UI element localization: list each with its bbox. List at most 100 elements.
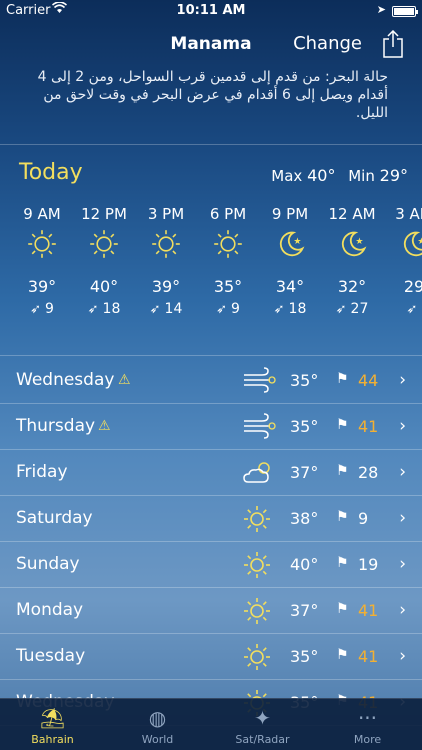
moon-icon: ★ — [383, 227, 422, 277]
svg-text:★: ★ — [417, 237, 422, 247]
hourly-column: 12 PM 40° ➶ 18 — [73, 205, 135, 317]
globe-icon: ◍ — [148, 706, 167, 730]
day-wind: 9 — [358, 509, 369, 528]
hour-time: 3 PM — [147, 205, 185, 223]
beach-icon: ⛱ — [39, 706, 66, 730]
wind-icon — [242, 366, 276, 396]
tab-bar: ⛱ Bahrain ◍ World ✦ Sat/Radar ··· More — [0, 698, 422, 750]
wind-direction-icon: ➶ — [273, 302, 285, 317]
tab-sat-radar[interactable]: ✦ Sat/Radar — [210, 703, 315, 746]
wind-icon — [242, 412, 276, 442]
day-wind: 41 — [358, 647, 379, 666]
hour-temp: 35° — [213, 277, 243, 296]
chevron-right-icon[interactable]: › — [399, 462, 406, 482]
tab-label: More — [353, 733, 382, 746]
hour-wind: ➶ 18 — [73, 301, 135, 317]
tab-world[interactable]: ◍ World — [105, 703, 210, 746]
wind-flag-icon: ⚑ — [336, 601, 349, 617]
day-row[interactable]: Tuesday 35° ⚑ 41 › — [0, 634, 422, 680]
chevron-right-icon[interactable]: › — [399, 370, 406, 390]
max-min-temps: Max 40° Min 29° — [271, 166, 408, 185]
tab-label: Sat/Radar — [235, 733, 290, 746]
wind-flag-icon: ⚑ — [336, 463, 349, 479]
satellite-icon: ✦ — [254, 706, 271, 730]
hour-time: 9 PM — [271, 205, 309, 223]
svg-text:★: ★ — [293, 237, 301, 247]
day-wind: 19 — [358, 555, 379, 574]
hourly-column: 12 AM ★ 32° ➶ 27 — [321, 205, 383, 317]
max-value: 40° — [307, 166, 336, 185]
hourly-column: 9 PM ★ 34° ➶ 18 — [259, 205, 321, 317]
day-temp: 35° — [290, 371, 319, 390]
day-name: Saturday — [16, 508, 93, 528]
share-icon[interactable] — [382, 29, 404, 58]
hourly-column: 6 PM 35° ➶ 9 — [197, 205, 259, 317]
chevron-right-icon[interactable]: › — [399, 554, 406, 574]
sun-icon — [242, 550, 274, 580]
hour-wind: ➶ 9 — [197, 301, 259, 317]
wind-flag-icon: ⚑ — [336, 509, 349, 525]
day-row[interactable]: Friday 37° ⚑ 28 › — [0, 450, 422, 496]
wind-direction-icon: ➶ — [406, 302, 418, 317]
sun-icon — [242, 504, 274, 534]
sun-icon — [73, 227, 135, 277]
day-temp: 35° — [290, 647, 319, 666]
hourly-column: 3 PM 39° ➶ 14 — [135, 205, 197, 317]
hour-wind: ➶ 27 — [321, 301, 383, 317]
wind-flag-icon: ⚑ — [336, 555, 349, 571]
day-row[interactable]: Monday 37° ⚑ 41 › — [0, 588, 422, 634]
tab-bahrain[interactable]: ⛱ Bahrain — [0, 703, 105, 746]
day-row[interactable]: Thursday ⚠ 35° ⚑ 41 › — [0, 404, 422, 450]
wind-flag-icon: ⚑ — [336, 417, 349, 433]
divider — [0, 144, 422, 145]
wind-direction-icon: ➶ — [30, 302, 41, 317]
day-name: Tuesday — [16, 646, 86, 666]
wind-speed: 18 — [288, 301, 307, 317]
day-temp: 40° — [290, 555, 319, 574]
sun-icon — [242, 642, 274, 672]
today-summary: Today Max 40° Min 29° — [0, 158, 422, 194]
hour-time: 6 PM — [209, 205, 247, 223]
wind-speed: 9 — [230, 301, 240, 317]
wind-direction-icon: ➶ — [216, 302, 227, 317]
chevron-right-icon[interactable]: › — [399, 508, 406, 528]
moon-icon: ★ — [259, 227, 321, 277]
max-label: Max — [271, 167, 303, 185]
day-row[interactable]: Saturday 38° ⚑ 9 › — [0, 496, 422, 542]
hour-temp: 29 — [403, 277, 422, 296]
chevron-right-icon[interactable]: › — [399, 646, 406, 666]
hour-wind: ➶ — [383, 301, 422, 317]
sun-icon — [135, 227, 197, 277]
wind-speed: 9 — [44, 301, 54, 317]
tab-more[interactable]: ··· More — [315, 703, 420, 746]
svg-text:★: ★ — [355, 237, 363, 247]
hour-wind: ➶ 14 — [135, 301, 197, 317]
nav-bar: Manama Change — [0, 22, 422, 66]
day-wind: 41 — [358, 601, 379, 620]
day-row[interactable]: Wednesday ⚠ 35° ⚑ 44 › — [0, 358, 422, 404]
min-value: 29° — [379, 166, 408, 185]
day-wind: 44 — [358, 371, 379, 390]
day-name: Friday — [16, 462, 68, 482]
hour-time: 12 PM — [81, 205, 127, 223]
chevron-right-icon[interactable]: › — [399, 416, 406, 436]
chevron-right-icon[interactable]: › — [399, 600, 406, 620]
warning-icon: ⚠ — [118, 372, 131, 388]
warning-icon: ⚠ — [98, 418, 111, 434]
hourly-forecast[interactable]: 9 AM 39° ➶ 9 12 PM 40° ➶ 18 3 PM 39° ➶ 14 6… — [0, 205, 422, 335]
hour-time: 9 AM — [23, 205, 61, 223]
day-temp: 37° — [290, 463, 319, 482]
day-name: Thursday — [16, 416, 96, 436]
hour-wind: ➶ 9 — [11, 301, 73, 317]
hour-temp: 40° — [89, 277, 119, 296]
hour-temp: 32° — [337, 277, 367, 296]
min-label: Min — [348, 167, 375, 185]
change-button[interactable]: Change — [293, 33, 362, 54]
hour-wind: ➶ 18 — [259, 301, 321, 317]
sun-icon — [197, 227, 259, 277]
wind-speed: 27 — [350, 301, 369, 317]
sea-state-text: حالة البحر: من قدم إلى قدمين قرب السواحل… — [37, 69, 388, 121]
day-wind: 28 — [358, 463, 379, 482]
day-row[interactable]: Sunday 40° ⚑ 19 › — [0, 542, 422, 588]
hour-temp: 34° — [275, 277, 305, 296]
